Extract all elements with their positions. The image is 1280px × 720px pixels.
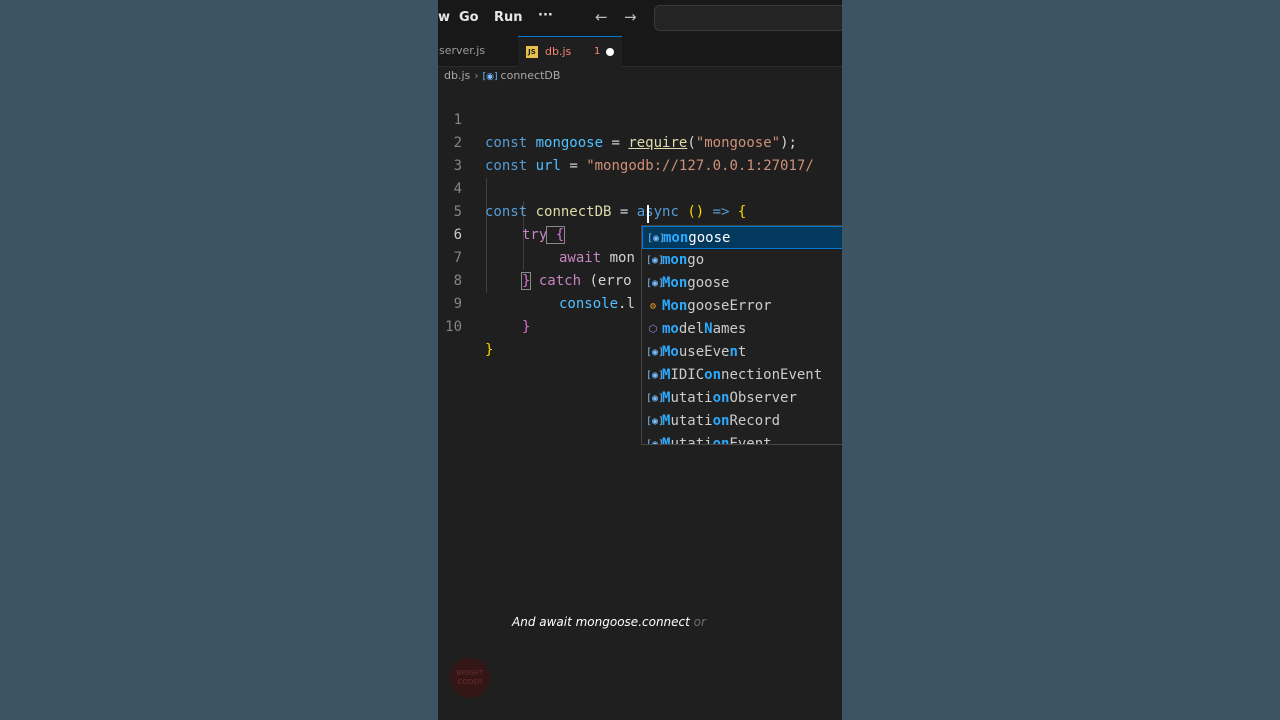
menu-more[interactable]: ··· [538, 8, 553, 23]
code-line: 1 const mongoose = require("mongoose"); [438, 86, 842, 151]
breadcrumb-symbol[interactable]: connectDB [501, 69, 561, 82]
variable-icon: [◉] [646, 439, 665, 445]
code-line: 3 [438, 132, 842, 174]
js-file-icon: JS [526, 46, 538, 58]
suggestion-item[interactable]: [◉] Mongoose [642, 272, 842, 295]
breadcrumb: db.js › [◉] connectDB [444, 69, 560, 83]
vscode-window: w Go Run ··· ← → server.js JS db.js 1 db… [438, 0, 842, 720]
breadcrumb-file[interactable]: db.js [444, 69, 470, 82]
caption-text: And await mongoose.connect [512, 615, 690, 629]
suggestion-item[interactable]: [◉] MIDIConnectionEvent [642, 364, 842, 387]
menu-view[interactable]: w [438, 10, 450, 25]
tab-bar: server.js JS db.js 1 [438, 36, 842, 67]
tab-label: db.js [545, 45, 572, 58]
background-right [842, 0, 1280, 720]
suggestion-item[interactable]: [◉] MutationObserver [642, 387, 842, 410]
title-bar: w Go Run ··· ← → [438, 0, 842, 36]
suggestion-item[interactable]: [◉] mongoose [642, 226, 842, 249]
suggestion-item[interactable]: [◉] MouseEvent [642, 341, 842, 364]
variable-icon: [◉] [646, 416, 665, 427]
video-caption: And await mongoose.connect or [512, 615, 706, 629]
code-line: 4 const connectDB = async () => { [438, 155, 842, 220]
variable-icon: [◉] [646, 347, 665, 358]
code-line: 2 const url = "mongodb://127.0.0.1:27017… [438, 109, 842, 174]
channel-logo-watermark: BRIGHT CODER [450, 658, 490, 698]
problem-count-badge: 1 [594, 46, 601, 57]
caption-faded-text: or [693, 615, 706, 629]
menu-go[interactable]: Go [459, 10, 479, 25]
tab-db-js[interactable]: JS db.js 1 [518, 36, 622, 67]
line-number: 10 [445, 319, 462, 335]
tab-label: server.js [439, 44, 486, 57]
suggestion-item[interactable]: ⬡ modelNames [642, 318, 842, 341]
back-arrow-icon[interactable]: ← [595, 8, 608, 26]
menu-run[interactable]: Run [494, 10, 523, 25]
variable-icon: [◉] [646, 255, 665, 266]
variable-icon: [◉] [647, 233, 666, 244]
autocomplete-suggestions[interactable]: [◉] mongoose [◉] mongo [◉] Mongoose ⚙ Mo… [641, 225, 842, 445]
forward-arrow-icon[interactable]: → [624, 8, 637, 26]
variable-icon: [◉] [646, 278, 665, 289]
variable-icon: [◉] [646, 393, 665, 404]
suggestion-item[interactable]: [◉] MutationEvent [642, 433, 842, 445]
code-line: 6 await mon [438, 201, 842, 266]
command-center-search[interactable] [654, 5, 842, 31]
text-cursor [647, 205, 649, 223]
class-icon: ⚙ [649, 301, 657, 312]
code-line: 5 try { [438, 178, 842, 244]
suggestion-item[interactable]: ⚙ MongooseError [642, 295, 842, 318]
unsaved-dot-icon[interactable] [606, 48, 614, 56]
chevron-right-icon: › [474, 69, 479, 82]
suggestion-item[interactable]: [◉] MutationRecord [642, 410, 842, 433]
suggestion-item[interactable]: [◉] mongo [642, 249, 842, 272]
tab-server-js[interactable]: server.js [438, 36, 519, 66]
variable-icon: [◉] [646, 370, 665, 381]
variable-icon: [◉] [482, 72, 498, 82]
background-left [0, 0, 438, 720]
module-icon: ⬡ [648, 324, 658, 335]
